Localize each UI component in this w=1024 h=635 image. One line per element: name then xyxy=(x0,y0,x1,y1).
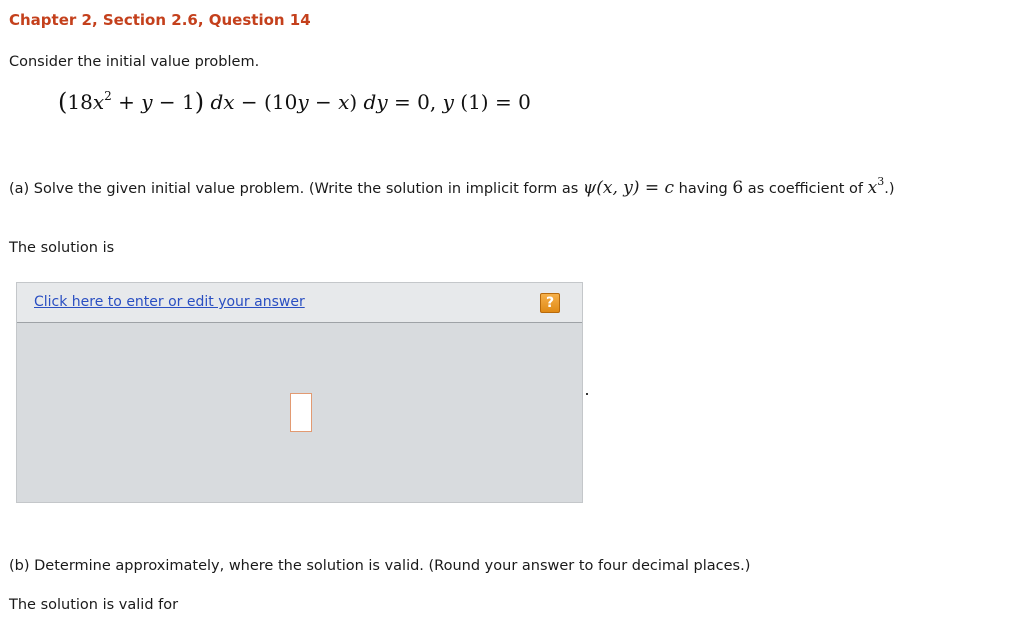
enter-answer-link[interactable]: Click here to enter or edit your answer xyxy=(34,294,305,310)
part-a-x: x xyxy=(867,178,878,198)
part-a-text-after: as coefficient of xyxy=(743,181,868,197)
page-title: Chapter 2, Section 2.6, Question 14 xyxy=(9,11,311,29)
eq-plus: + xyxy=(111,90,142,114)
period-mark xyxy=(586,393,588,395)
help-icon[interactable]: ? xyxy=(540,293,560,313)
solution-label: The solution is xyxy=(9,240,115,256)
intro-text: Consider the initial value problem. xyxy=(9,54,260,70)
eq-x: x xyxy=(92,90,105,114)
eq-y: y xyxy=(141,90,153,114)
eq-x2: x xyxy=(338,90,350,114)
ivp-equation: (18x2 + y − 1) dx − (10y − x) dy = 0, y … xyxy=(58,88,531,116)
part-a-end: .) xyxy=(884,181,895,197)
eq-y-ic: y xyxy=(442,90,454,114)
part-a-text-before: (a) Solve the given initial value proble… xyxy=(9,181,583,197)
eq-minus-one: − 1 xyxy=(152,90,195,114)
eq-dx: dx xyxy=(204,90,235,114)
valid-label: The solution is valid for xyxy=(9,597,179,613)
eq-close-paren: ) xyxy=(194,88,205,116)
part-a-psi-args: (x, y) = c xyxy=(596,178,675,198)
part-a-question: (a) Solve the given initial value proble… xyxy=(9,176,895,198)
part-a-psi: ψ xyxy=(582,178,597,198)
answer-input-placeholder[interactable] xyxy=(290,393,312,432)
answer-box-header: Click here to enter or edit your answer … xyxy=(17,283,582,323)
eq-equals-zero: = 0, xyxy=(387,90,443,114)
part-b-question: (b) Determine approximately, where the s… xyxy=(9,558,751,574)
eq-exp: 2 xyxy=(104,89,112,103)
eq-minus: − (10 xyxy=(234,90,298,114)
part-a-six: 6 xyxy=(732,178,744,198)
eq-dy: dy xyxy=(357,90,388,114)
eq-y2: y xyxy=(297,90,309,114)
part-a-text-mid: having xyxy=(674,181,733,197)
eq-open-paren: ( xyxy=(58,88,68,116)
eq-ic: (1) = 0 xyxy=(453,90,531,114)
answer-box[interactable]: Click here to enter or edit your answer … xyxy=(16,282,583,503)
eq-coef: 18 xyxy=(67,90,93,114)
eq-minus-x: − xyxy=(308,90,339,114)
